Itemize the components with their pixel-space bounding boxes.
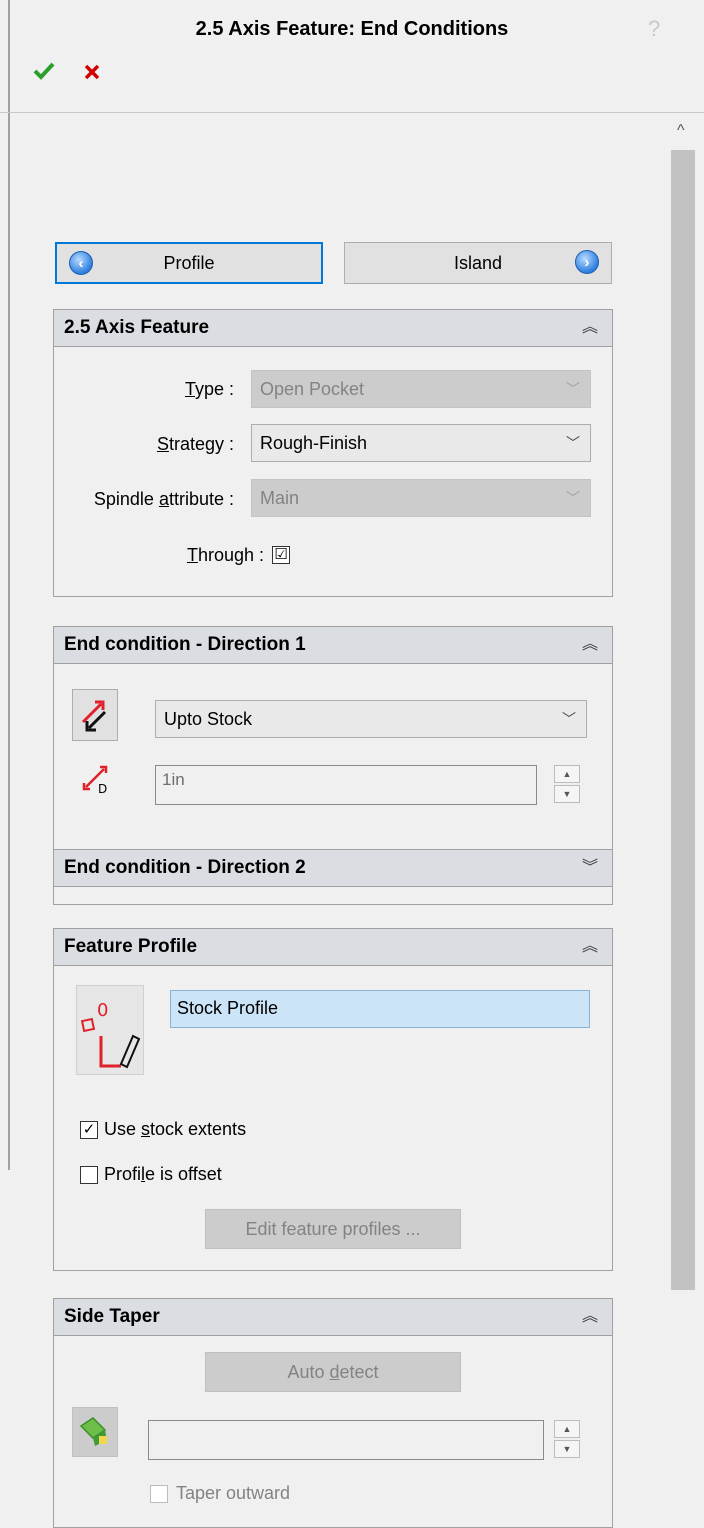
collapse-chevron-icon[interactable]: ︽: [582, 310, 598, 346]
profile-offset-label: Profile is offset: [104, 1164, 222, 1184]
axis-feature-group-header[interactable]: 2.5 Axis Feature ︽: [54, 310, 612, 347]
depth-input[interactable]: 1in: [155, 765, 537, 805]
arrow-right-icon: ›: [575, 250, 599, 274]
side-taper-group-title: Side Taper: [64, 1306, 160, 1327]
taper-angle-input[interactable]: [148, 1420, 544, 1460]
end-condition-value: Upto Stock: [164, 709, 253, 729]
taper-outward-checkbox[interactable]: [150, 1485, 168, 1503]
edit-profile-button[interactable]: 0: [76, 985, 144, 1075]
profile-sketch-icon: 0: [80, 1000, 141, 1069]
chevron-down-icon: ﹀: [566, 381, 580, 397]
feature-profile-group: Feature Profile ︽ 0 Stock Profile ✓ Use …: [53, 928, 613, 1271]
auto-detect-button[interactable]: Auto detect: [205, 1352, 461, 1392]
cancel-x-icon[interactable]: [84, 64, 100, 85]
direction1-group-title: End condition - Direction 1: [64, 634, 306, 655]
use-stock-extents-checkbox[interactable]: ✓: [80, 1121, 98, 1139]
collapse-chevron-icon[interactable]: ︽: [582, 1299, 598, 1335]
taper-spinner[interactable]: ▲ ▼: [554, 1420, 580, 1460]
end-condition-dropdown[interactable]: Upto Stock ﹀: [155, 700, 587, 738]
feature-profile-group-header[interactable]: Feature Profile ︽: [54, 929, 612, 966]
window-left-edge: [8, 0, 10, 1170]
chevron-down-icon: ﹀: [566, 490, 580, 506]
taper-face-button[interactable]: [72, 1407, 118, 1457]
scrollbar-thumb[interactable]: [671, 150, 695, 1290]
axis-feature-group-title: 2.5 Axis Feature: [64, 317, 210, 338]
profile-offset-checkbox[interactable]: [80, 1166, 98, 1184]
scroll-up-arrow-icon[interactable]: ^: [677, 122, 685, 140]
arrow-left-icon: ‹: [69, 251, 93, 275]
collapse-chevron-icon[interactable]: ︽: [582, 627, 598, 663]
use-stock-extents-label: Use stock extents: [104, 1119, 247, 1139]
direction1-group: End condition - Direction 1 ︽ Upto Stock…: [53, 626, 613, 850]
side-taper-group-header[interactable]: Side Taper ︽: [54, 1299, 612, 1336]
collapse-chevron-icon[interactable]: ︽: [582, 929, 598, 965]
face-select-icon: [79, 1417, 107, 1446]
svg-text:0: 0: [97, 1000, 108, 1021]
axis-feature-group: 2.5 Axis Feature ︽ Type : Open Pocket ﹀ …: [53, 309, 613, 597]
spin-down-icon[interactable]: ▼: [554, 1440, 580, 1458]
spindle-attribute-dropdown: Main ﹀: [251, 479, 591, 517]
type-value: Open Pocket: [260, 379, 365, 399]
spin-down-icon[interactable]: ▼: [554, 785, 580, 803]
dialog-title: 2.5 Axis Feature: End Conditions: [195, 18, 509, 40]
svg-text:D: D: [98, 782, 107, 795]
through-label: Through :: [186, 545, 264, 565]
direction2-group: End condition - Direction 2 ︾: [53, 849, 613, 905]
through-checkbox[interactable]: ☑: [272, 546, 290, 564]
next-page-label: Island: [453, 252, 503, 273]
chevron-down-icon: ﹀: [562, 711, 576, 727]
depth-spinner[interactable]: ▲ ▼: [554, 765, 580, 805]
edit-feature-profiles-button[interactable]: Edit feature profiles ...: [205, 1209, 461, 1249]
type-label: Type :: [184, 379, 234, 399]
chevron-down-icon: ﹀: [566, 435, 580, 451]
reverse-direction-button[interactable]: [72, 689, 118, 741]
next-page-button[interactable]: Island ›: [344, 242, 612, 284]
strategy-value: Rough-Finish: [260, 433, 368, 453]
side-taper-group: Side Taper ︽ Auto detect ▲ ▼ Taper outwa…: [53, 1298, 613, 1528]
previous-page-label: Profile: [163, 252, 215, 273]
feature-profile-group-title: Feature Profile: [64, 936, 198, 957]
taper-outward-label: Taper outward: [176, 1483, 291, 1503]
direction2-group-title: End condition - Direction 2: [64, 857, 306, 878]
spindle-attribute-value: Main: [260, 488, 300, 508]
direction1-group-header[interactable]: End condition - Direction 1 ︽: [54, 627, 612, 664]
spin-up-icon[interactable]: ▲: [554, 765, 580, 783]
spindle-attribute-label: Spindle attribute :: [93, 489, 234, 509]
ok-checkmark-icon[interactable]: [33, 62, 55, 85]
reverse-direction-icon: [81, 700, 107, 732]
toolbar-divider: [0, 112, 704, 113]
strategy-label: Strategy :: [156, 434, 234, 454]
spin-up-icon[interactable]: ▲: [554, 1420, 580, 1438]
type-dropdown: Open Pocket ﹀: [251, 370, 591, 408]
profile-name-field[interactable]: Stock Profile: [170, 990, 590, 1028]
expand-chevron-icon[interactable]: ︾: [582, 850, 598, 886]
help-icon[interactable]: ?: [648, 16, 660, 42]
strategy-dropdown[interactable]: Rough-Finish ﹀: [251, 424, 591, 462]
previous-page-button[interactable]: ‹ Profile: [55, 242, 323, 284]
depth-icon: D: [80, 761, 114, 800]
direction2-group-header[interactable]: End condition - Direction 2 ︾: [54, 850, 612, 887]
